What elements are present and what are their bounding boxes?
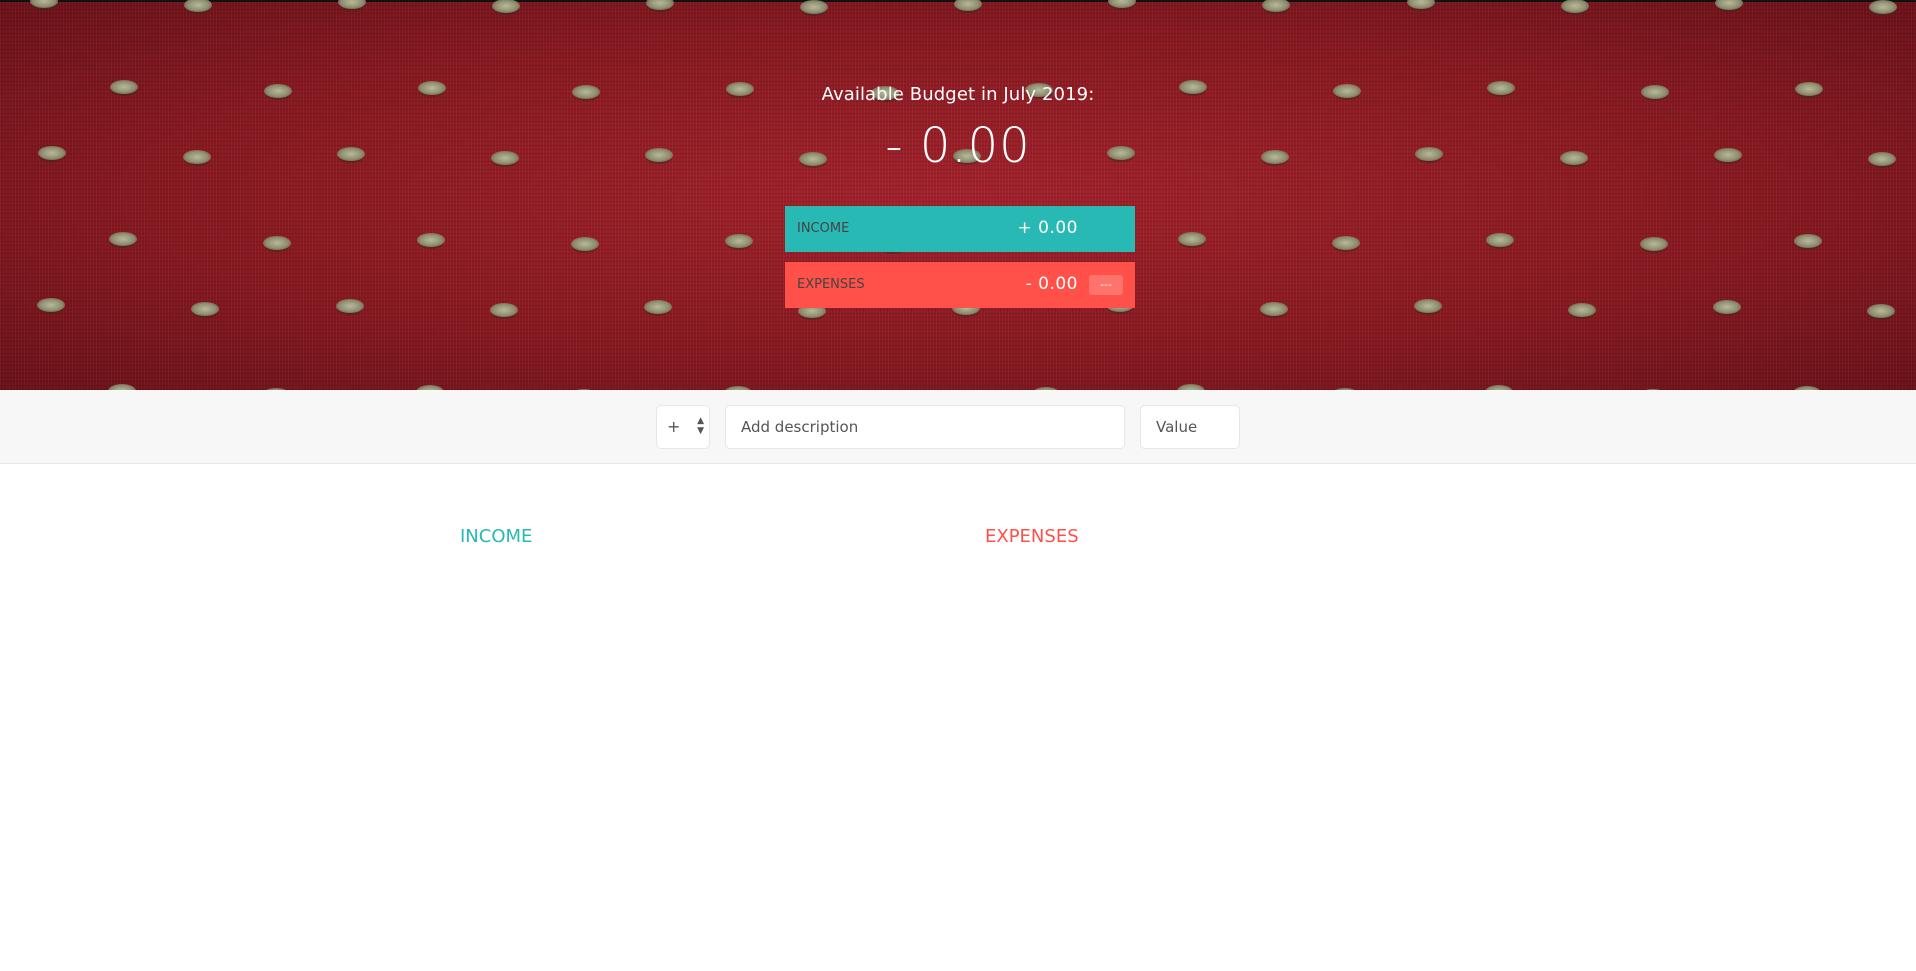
expenses-list — [985, 560, 1385, 860]
add-type-value: + — [667, 417, 681, 436]
add-description-input[interactable] — [725, 405, 1125, 449]
expenses-list-title: EXPENSES — [985, 526, 1079, 547]
budget-expenses-row: EXPENSES - 0.00 --- — [785, 262, 1135, 308]
budget-income-value: + 0.00 — [1017, 218, 1078, 238]
add-bar: + ▲ ▼ — [0, 390, 1916, 464]
budget-value: - 0.00 — [885, 118, 1031, 174]
select-arrows-icon: ▲ ▼ — [697, 416, 704, 436]
budget-box: Available Budget in July 2019: - 0.00 IN… — [0, 0, 1916, 390]
budget-header: Available Budget in July 2019: - 0.00 IN… — [0, 0, 1916, 390]
add-type-select[interactable]: + ▲ ▼ — [656, 405, 710, 449]
budget-income-row: INCOME + 0.00 — [785, 206, 1135, 252]
budget-title: Available Budget in July 2019: — [821, 84, 1095, 105]
budget-income-label: INCOME — [797, 221, 850, 236]
budget-expenses-percentage: --- — [1089, 275, 1123, 295]
income-list-title: INCOME — [460, 526, 533, 547]
add-value-input[interactable] — [1140, 405, 1240, 449]
budget-expenses-label: EXPENSES — [797, 277, 865, 292]
budget-expenses-value: - 0.00 — [1025, 274, 1078, 294]
income-list — [460, 560, 860, 860]
